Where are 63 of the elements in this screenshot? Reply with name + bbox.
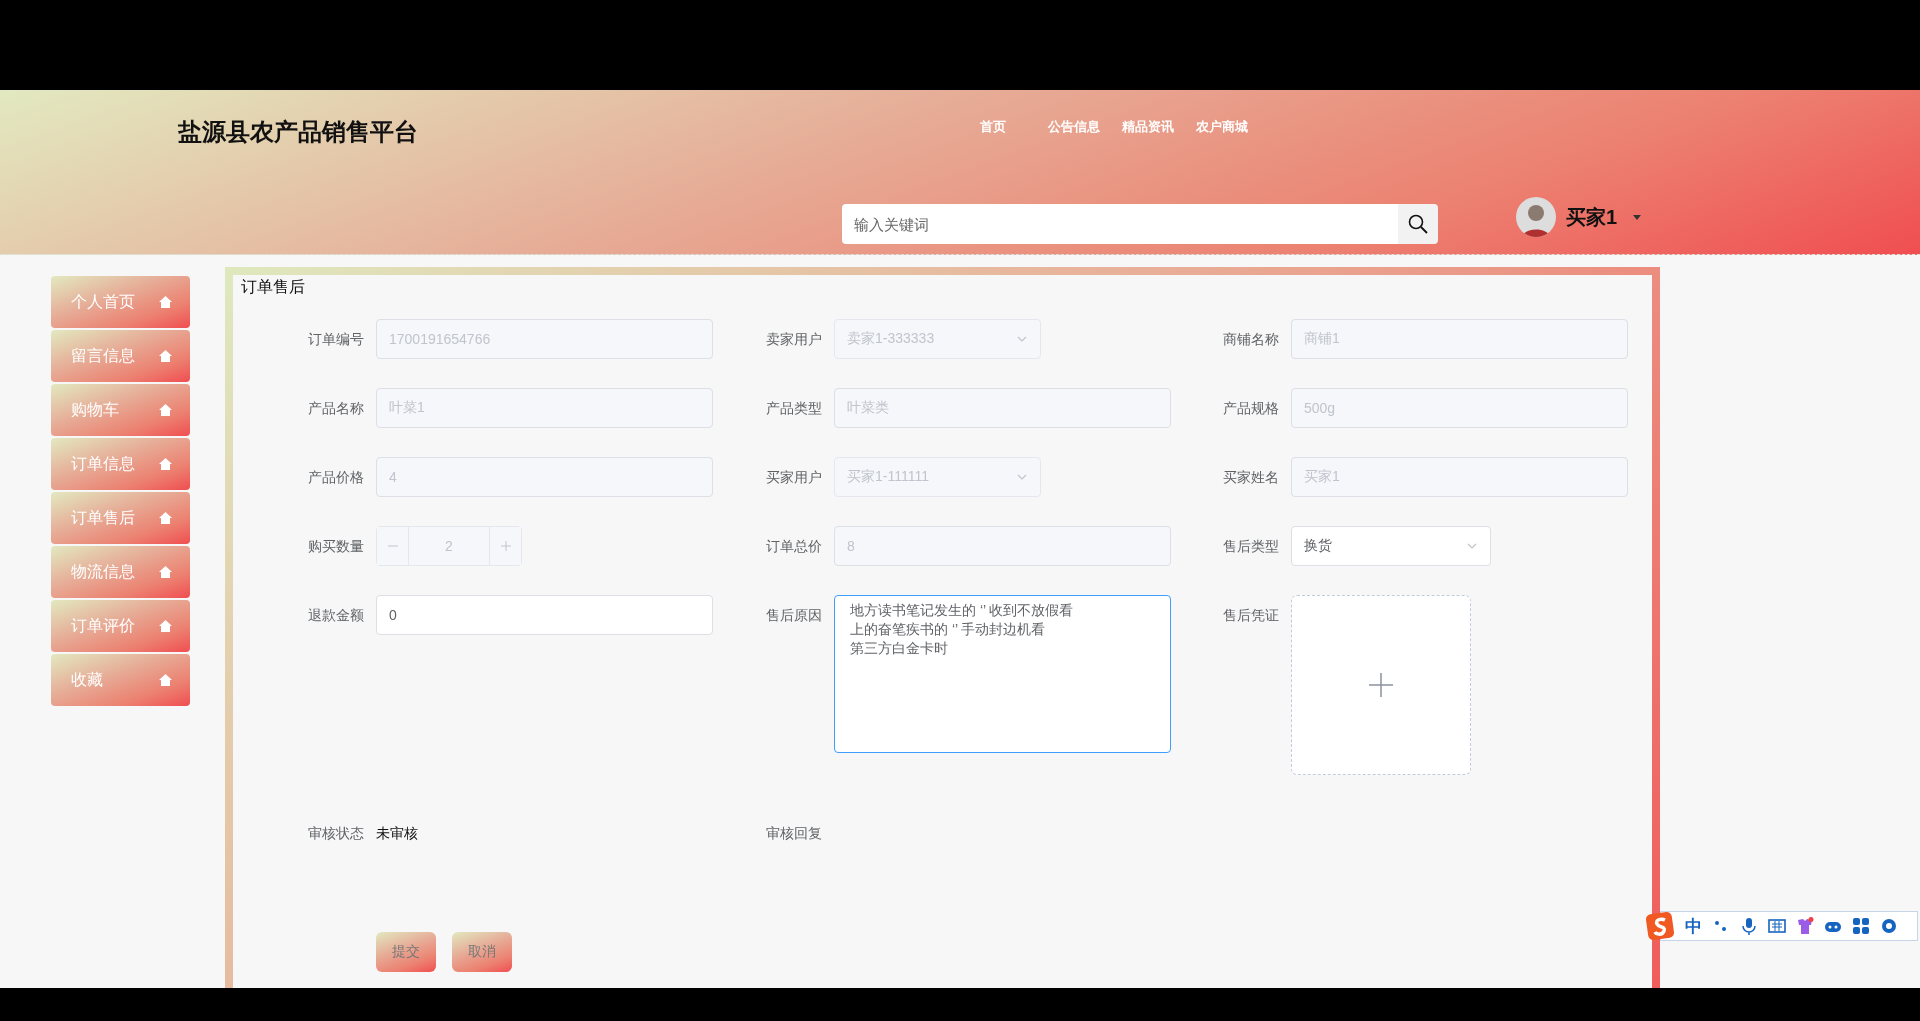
field-label: 买家用户 [765,468,823,487]
user-name[interactable]: 买家1 [1566,203,1618,231]
cancel-button[interactable]: 取消 [452,932,512,972]
sidebar-item[interactable]: 收藏 [51,654,190,706]
nav-link[interactable]: 首页 [980,118,1006,136]
field-label: 产品名称 [307,399,365,418]
plus-icon [499,540,512,552]
field-label: 产品类型 [765,399,823,418]
field-label: 商铺名称 [1222,330,1280,349]
field-label: 产品价格 [307,468,365,487]
select-field[interactable]: 换货 [1291,526,1491,566]
caret-icon[interactable] [1633,214,1642,220]
field-label: 卖家用户 [765,330,823,349]
ime-logo-icon[interactable] [1645,911,1675,941]
sidebar-item[interactable]: 物流信息 [51,546,190,598]
nav-link[interactable]: 公告信息 [1048,118,1100,136]
shirt-icon[interactable] [1796,917,1814,935]
field-label: 退款金额 [307,606,365,625]
microphone-icon[interactable] [1740,917,1758,935]
keyboard-icon[interactable] [1768,917,1786,935]
field-label: 审核状态 [307,824,365,843]
panel-title: 订单售后 [241,277,306,297]
field-label: 订单编号 [307,330,365,349]
settings-icon[interactable] [1880,917,1898,935]
nav-link[interactable]: 精品资讯 [1122,118,1174,136]
field-label: 售后凭证 [1222,606,1280,625]
search-icon [1408,214,1428,234]
field-label: 购买数量 [307,537,365,556]
home-icon [159,620,172,632]
field-label: 买家姓名 [1222,468,1280,487]
avatar-icon[interactable] [1516,197,1556,237]
home-icon [159,350,172,362]
field-label: 售后原因 [765,606,823,625]
text-line: 第三方白金卡时 [850,639,948,658]
home-icon [159,512,172,524]
text-line: 地方读书笔记发生的 ‘’ 收到不放假看 [850,601,1074,620]
site-title: 盐源县农产品销售平台 [178,117,419,147]
field-label: 产品规格 [1222,399,1280,418]
grid-icon[interactable] [1852,917,1870,935]
sidebar-item[interactable]: 购物车 [51,384,190,436]
submit-button[interactable]: 提交 [376,932,436,972]
field-label: 审核回复 [765,824,823,843]
search-field[interactable]: 输入关键词 [842,204,1398,244]
home-icon [159,674,172,686]
search-button[interactable] [1398,204,1438,244]
sidebar-item[interactable]: 订单售后 [51,492,190,544]
text-field[interactable]: 0 [376,595,713,635]
text-line: 上的奋笔疾书的 ‘’ 手动封边机看 [850,620,1046,639]
sidebar-item[interactable]: 个人首页 [51,276,190,328]
textarea-field[interactable]: 地方读书笔记发生的 ‘’ 收到不放假看 上的奋笔疾书的 ‘’ 手动封边机看 第三方白金卡时 [834,595,1171,753]
sidebar-item[interactable]: 订单信息 [51,438,190,490]
field-label: 订单总价 [765,537,823,556]
nav-link[interactable]: 农户商城 [1196,118,1248,136]
home-icon [159,404,172,416]
home-icon [159,296,172,308]
sidebar-item[interactable]: 留言信息 [51,330,190,382]
field-label: 售后类型 [1222,537,1280,556]
input-mode-toggle[interactable]: 中 [1685,914,1702,938]
sidebar-item[interactable]: 订单评价 [51,600,190,652]
home-icon [159,458,172,470]
home-icon [159,566,172,578]
field-value: 未审核 [376,824,418,843]
plus-icon [1369,673,1393,697]
